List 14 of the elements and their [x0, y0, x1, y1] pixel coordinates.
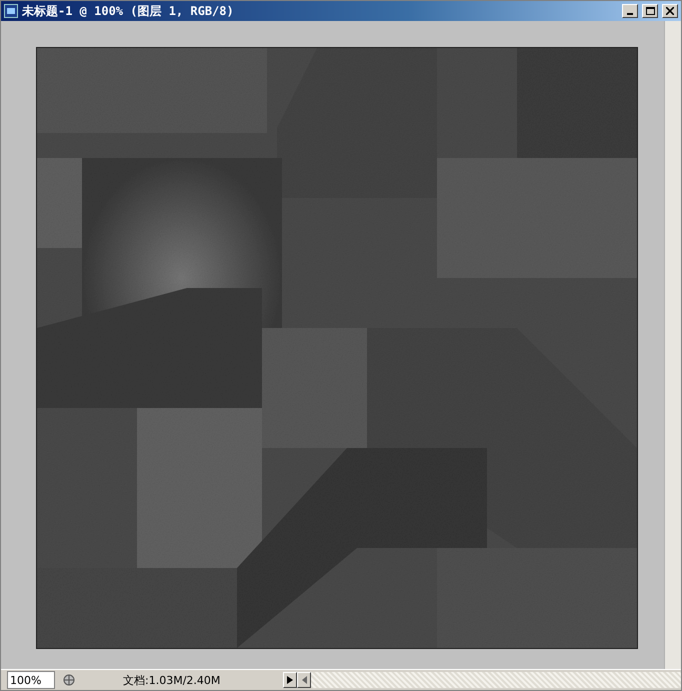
window-title: 未标题-1 @ 100% (图层 1, RGB/8) — [22, 2, 235, 20]
maximize-button[interactable] — [642, 4, 658, 18]
scroll-left-button[interactable] — [297, 672, 311, 688]
close-icon — [666, 7, 674, 15]
minimize-button[interactable] — [622, 4, 638, 18]
left-arrow-icon — [302, 676, 306, 684]
maximize-icon — [646, 7, 654, 15]
app-icon — [4, 4, 18, 18]
zoom-field[interactable]: 100% — [7, 671, 55, 689]
globe-icon — [63, 674, 75, 686]
close-button[interactable] — [662, 4, 678, 18]
document-size-info: 文档:1.03M/2.40M — [122, 672, 222, 688]
play-triangle-icon — [287, 676, 293, 684]
status-menu-button[interactable] — [283, 672, 297, 688]
